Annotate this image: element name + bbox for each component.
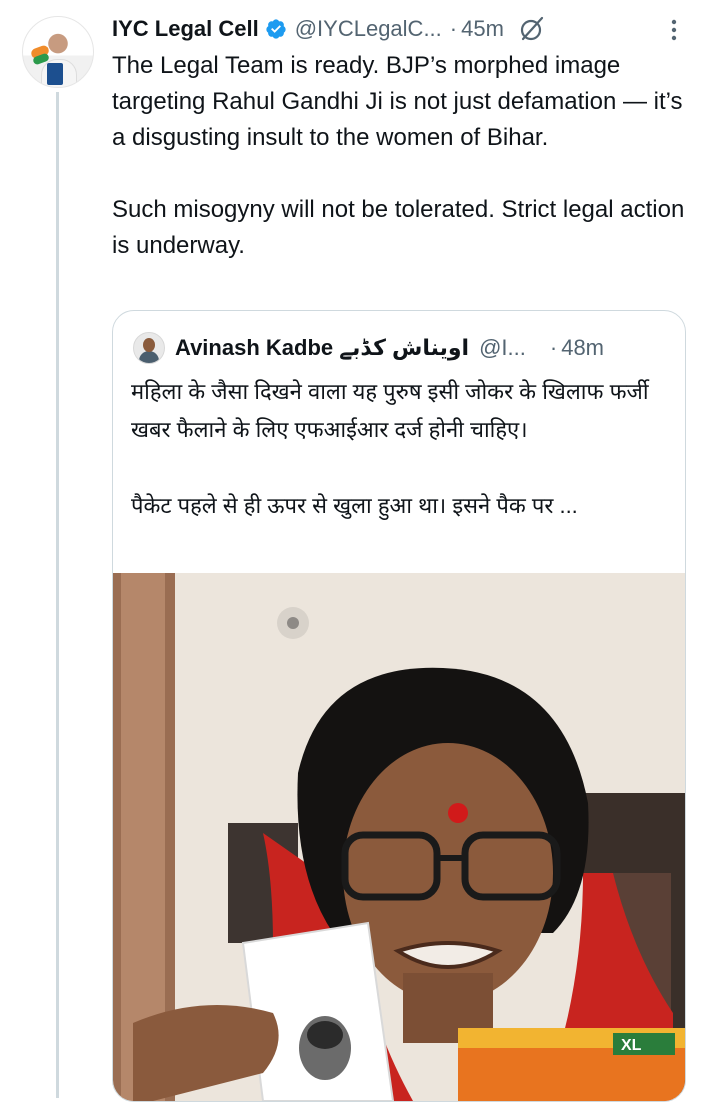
- meta-separator: ·: [449, 16, 458, 41]
- verified-badge-icon: [266, 19, 286, 39]
- quoted-tweet-timestamp[interactable]: 48m: [561, 335, 604, 361]
- quoted-author-name[interactable]: Avinash Kadbe اویناش کڈبے: [175, 335, 469, 361]
- quoted-paragraph: महिला के जैसा दिखने वाला यह पुरुष इसी जो…: [131, 379, 649, 442]
- quoted-tweet-image[interactable]: XL: [113, 573, 685, 1101]
- quoted-meta-separator: ·: [549, 335, 558, 360]
- packet-label: XL: [621, 1037, 642, 1054]
- quoted-paragraph: पैकेट पहले से ही ऊपर से खुला हुआ था। इसन…: [131, 493, 578, 518]
- avatar-badge: [47, 63, 63, 85]
- quoted-author-avatar[interactable]: [133, 332, 165, 364]
- quoted-tweet[interactable]: Avinash Kadbe اویناش کڈبے @I... · 48m मह…: [112, 310, 686, 1102]
- tweet-header: IYC Legal Cell @IYCLegalC... · 45m: [112, 12, 692, 46]
- photo-illustration: XL: [113, 573, 685, 1101]
- quoted-author-handle[interactable]: @I...: [479, 335, 526, 361]
- tweet-paragraph: Such misogyny will not be tolerated. Str…: [112, 196, 685, 259]
- author-avatar[interactable]: [22, 16, 94, 88]
- tweet-timestamp[interactable]: 45m: [461, 16, 504, 42]
- quoted-tweet-body: महिला के जैसा दिखने वाला यह पुरुष इसी जो…: [131, 373, 671, 525]
- quoted-tweet-header: Avinash Kadbe اویناش کڈبے @I... · 48m: [133, 331, 673, 365]
- grok-icon[interactable]: [518, 15, 546, 43]
- author-handle[interactable]: @IYCLegalC...: [295, 16, 442, 42]
- tweet-paragraph: The Legal Team is ready. BJP’s morphed i…: [112, 52, 683, 151]
- more-vertical-icon[interactable]: [670, 18, 678, 42]
- thread-connector-line: [56, 92, 59, 1098]
- author-name[interactable]: IYC Legal Cell: [112, 16, 259, 42]
- tweet-body: The Legal Team is ready. BJP’s morphed i…: [112, 48, 692, 264]
